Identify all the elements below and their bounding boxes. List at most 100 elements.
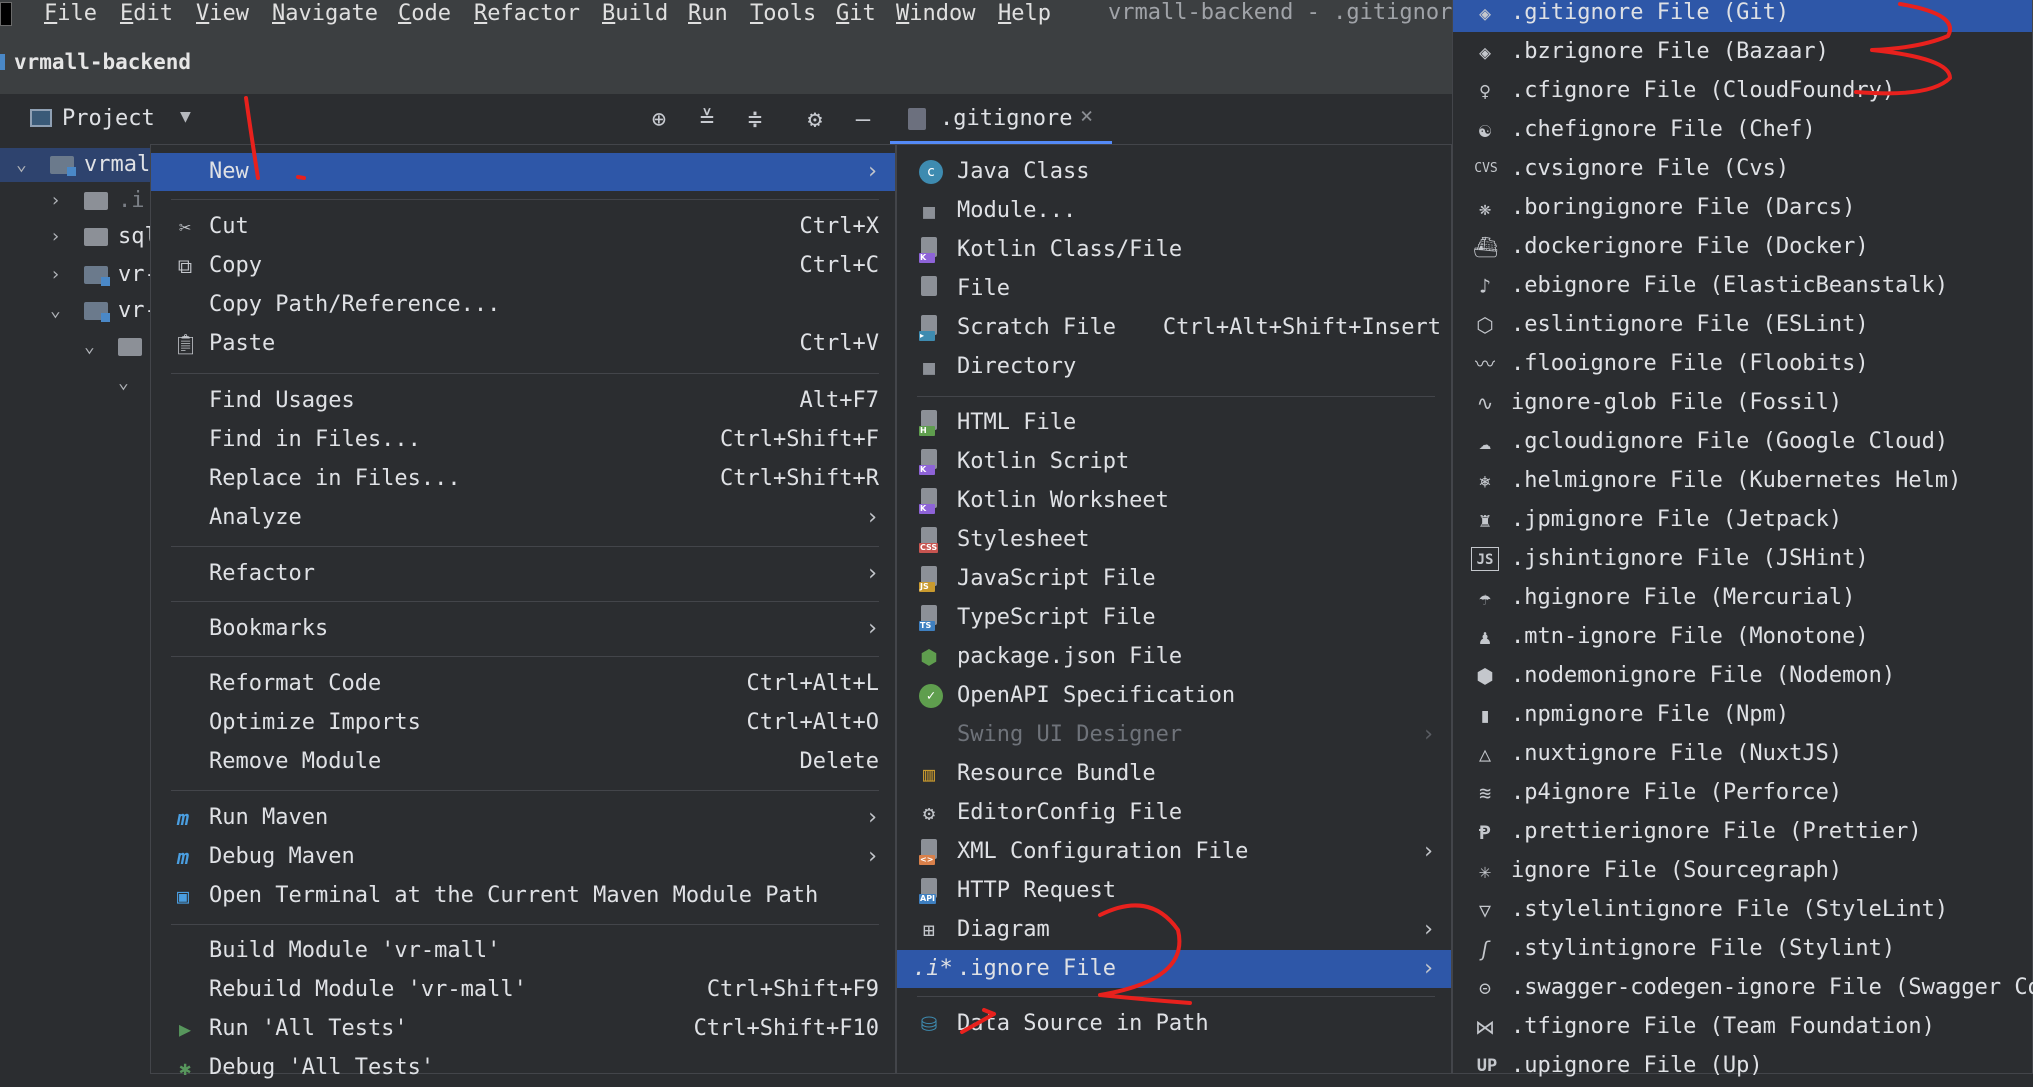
tree-row-root[interactable]: ⌄ vrmal	[0, 148, 150, 182]
gear-icon[interactable]: ⚙	[800, 104, 830, 134]
ignore-item-monotone[interactable]: ♟ .mtn-ignore File (Monotone)	[1453, 618, 2032, 656]
ignore-item-cloudfoundry[interactable]: ♀ .cfignore File (CloudFoundry)	[1453, 72, 2032, 110]
menu-run[interactable]: Run	[688, 0, 728, 28]
chevron-down-icon[interactable]: ⌄	[16, 148, 27, 182]
new-directory[interactable]: ■ Directory	[897, 348, 1451, 386]
new-package-json[interactable]: ⬢ package.json File	[897, 638, 1451, 676]
ignore-item-prettier[interactable]: Ᵽ .prettierignore File (Prettier)	[1453, 813, 2032, 851]
menu-code[interactable]: Code	[398, 0, 451, 28]
menu-item-optimize-imports[interactable]: Optimize Imports Ctrl+Alt+O	[151, 704, 895, 742]
menu-window[interactable]: Window	[896, 0, 975, 28]
ignore-item-floobits[interactable]: 〰 .flooignore File (Floobits)	[1453, 345, 2032, 383]
locate-file-icon[interactable]: ⊕	[644, 104, 674, 134]
chevron-down-icon[interactable]: ▼	[180, 106, 191, 127]
ignore-item-elasticbeanstalk[interactable]: ♪ .ebignore File (ElasticBeanstalk)	[1453, 267, 2032, 305]
menu-item-find-in-files[interactable]: Find in Files... Ctrl+Shift+F	[151, 421, 895, 459]
ignore-item-darcs[interactable]: ❋ .boringignore File (Darcs)	[1453, 189, 2032, 227]
ignore-item-stylint[interactable]: ʃ .stylintignore File (Stylint)	[1453, 930, 2032, 968]
expand-all-icon[interactable]: ≚	[692, 104, 722, 134]
chevron-down-icon[interactable]: ⌄	[84, 330, 95, 364]
ignore-item-jshint[interactable]: JS .jshintignore File (JSHint)	[1453, 540, 2032, 578]
new-editorconfig-file[interactable]: ⚙ EditorConfig File	[897, 794, 1451, 832]
new-javascript-file[interactable]: JS JavaScript File	[897, 560, 1451, 598]
new-java-class[interactable]: c Java Class	[897, 153, 1451, 191]
menu-item-new[interactable]: New ›	[151, 153, 895, 191]
menu-item-debug-maven[interactable]: m Debug Maven ›	[151, 838, 895, 876]
tree-row[interactable]: › sql	[0, 220, 158, 254]
collapse-all-icon[interactable]: ≑	[740, 104, 770, 134]
new-typescript-file[interactable]: TS TypeScript File	[897, 599, 1451, 637]
menu-tools[interactable]: Tools	[750, 0, 816, 28]
menu-navigate[interactable]: Navigate	[272, 0, 378, 28]
ignore-item-sourcegraph[interactable]: ✳ ignore File (Sourcegraph)	[1453, 852, 2032, 890]
new-html-file[interactable]: H HTML File	[897, 404, 1451, 442]
ignore-item-swagger[interactable]: ⊝ .swagger-codegen-ignore File (Swagger …	[1453, 969, 2033, 1007]
menu-item-debug-tests[interactable]: ✱ Debug 'All Tests'	[151, 1049, 895, 1087]
ignore-item-bazaar[interactable]: ◈ .bzrignore File (Bazaar)	[1453, 33, 2032, 71]
tree-row[interactable]: ⌄	[0, 330, 150, 364]
menu-item-run-maven[interactable]: m Run Maven ›	[151, 799, 895, 837]
ignore-item-fossil[interactable]: ∿ ignore-glob File (Fossil)	[1453, 384, 2032, 422]
ignore-item-helm[interactable]: ⎈ .helmignore File (Kubernetes Helm)	[1453, 462, 2032, 500]
ignore-item-team-foundation[interactable]: ⋈ .tfignore File (Team Foundation)	[1453, 1008, 2032, 1046]
menu-item-remove-module[interactable]: Remove Module Delete	[151, 743, 895, 781]
ignore-item-nodemon[interactable]: ⬢ .nodemonignore File (Nodemon)	[1453, 657, 2032, 695]
chevron-right-icon[interactable]: ›	[50, 184, 61, 218]
menu-item-copy-path[interactable]: Copy Path/Reference...	[151, 286, 895, 324]
menu-refactor[interactable]: Refactor	[474, 0, 580, 28]
tree-row[interactable]: › .i	[0, 184, 150, 218]
ignore-item-gitignore[interactable]: ◈ .gitignore File (Git)	[1453, 0, 2032, 32]
chevron-right-icon[interactable]: ›	[50, 220, 61, 254]
ignore-item-docker[interactable]: ⛴ .dockerignore File (Docker)	[1453, 228, 2032, 266]
menu-item-reformat-code[interactable]: Reformat Code Ctrl+Alt+L	[151, 665, 895, 703]
ignore-item-eslint[interactable]: ⬡ .eslintignore File (ESLint)	[1453, 306, 2032, 344]
ignore-item-nuxtjs[interactable]: △ .nuxtignore File (NuxtJS)	[1453, 735, 2032, 773]
chevron-down-icon[interactable]: ⌄	[50, 294, 61, 328]
menu-build[interactable]: Build	[602, 0, 668, 28]
new-ignore-file[interactable]: .i* .ignore File ›	[897, 950, 1451, 988]
menu-help[interactable]: Help	[998, 0, 1051, 28]
menu-item-bookmarks[interactable]: Bookmarks ›	[151, 610, 895, 648]
close-icon[interactable]: ×	[1080, 104, 1093, 129]
menu-item-rebuild-module[interactable]: Rebuild Module 'vr-mall' Ctrl+Shift+F9	[151, 971, 895, 1009]
menu-item-open-terminal[interactable]: ▣ Open Terminal at the Current Maven Mod…	[151, 877, 895, 915]
project-name[interactable]: vrmall-backend	[0, 50, 191, 74]
menu-file[interactable]: File	[44, 0, 97, 28]
menu-item-build-module[interactable]: Build Module 'vr-mall'	[151, 932, 895, 970]
menu-item-analyze[interactable]: Analyze ›	[151, 499, 895, 537]
menu-view[interactable]: View	[196, 0, 249, 28]
new-openapi-spec[interactable]: ✓ OpenAPI Specification	[897, 677, 1451, 715]
ignore-item-npm[interactable]: ▮ .npmignore File (Npm)	[1453, 696, 2032, 734]
new-http-request[interactable]: API HTTP Request	[897, 872, 1451, 910]
editor-tab-gitignore[interactable]: .gitignore ×	[890, 94, 1112, 144]
new-stylesheet[interactable]: CSS Stylesheet	[897, 521, 1451, 559]
ignore-item-cvs[interactable]: CVS .cvsignore File (Cvs)	[1453, 150, 2032, 188]
chevron-right-icon[interactable]: ›	[50, 258, 61, 292]
ignore-item-mercurial[interactable]: ☂ .hgignore File (Mercurial)	[1453, 579, 2032, 617]
menu-item-run-tests[interactable]: ▶ Run 'All Tests' Ctrl+Shift+F10	[151, 1010, 895, 1048]
ignore-item-chef[interactable]: ☯ .chefignore File (Chef)	[1453, 111, 2032, 149]
menu-item-find-usages[interactable]: Find Usages Alt+F7	[151, 382, 895, 420]
menu-git[interactable]: Git	[836, 0, 876, 28]
tree-row[interactable]: ⌄	[0, 366, 150, 400]
new-kotlin-worksheet[interactable]: K Kotlin Worksheet	[897, 482, 1451, 520]
new-data-source-in-path[interactable]: ⛁ Data Source in Path	[897, 1005, 1451, 1043]
menu-item-copy[interactable]: ⧉ Copy Ctrl+C	[151, 247, 895, 285]
new-diagram[interactable]: ⊞ Diagram ›	[897, 911, 1451, 949]
tree-row[interactable]: ⌄ vr-	[0, 294, 158, 328]
ignore-item-perforce[interactable]: ≋ .p4ignore File (Perforce)	[1453, 774, 2032, 812]
tree-row[interactable]: › vr-	[0, 258, 158, 292]
minimize-icon[interactable]: —	[848, 104, 878, 134]
new-resource-bundle[interactable]: ▥ Resource Bundle	[897, 755, 1451, 793]
new-file[interactable]: File	[897, 270, 1451, 308]
menu-item-refactor[interactable]: Refactor ›	[151, 555, 895, 593]
ignore-item-stylelint[interactable]: ▽ .stylelintignore File (StyleLint)	[1453, 891, 2032, 929]
new-module[interactable]: ■ Module...	[897, 192, 1451, 230]
ignore-item-jetpack[interactable]: ♜ .jpmignore File (Jetpack)	[1453, 501, 2032, 539]
menu-item-replace-in-files[interactable]: Replace in Files... Ctrl+Shift+R	[151, 460, 895, 498]
project-view-selector[interactable]: Project	[62, 106, 155, 131]
new-xml-config-file[interactable]: <> XML Configuration File ›	[897, 833, 1451, 871]
ignore-item-up[interactable]: UP .upignore File (Up)	[1453, 1047, 2032, 1085]
menu-item-paste[interactable]: 📋︎ Paste Ctrl+V	[151, 325, 895, 363]
new-scratch-file[interactable]: ▸ Scratch File Ctrl+Alt+Shift+Insert	[897, 309, 1451, 347]
